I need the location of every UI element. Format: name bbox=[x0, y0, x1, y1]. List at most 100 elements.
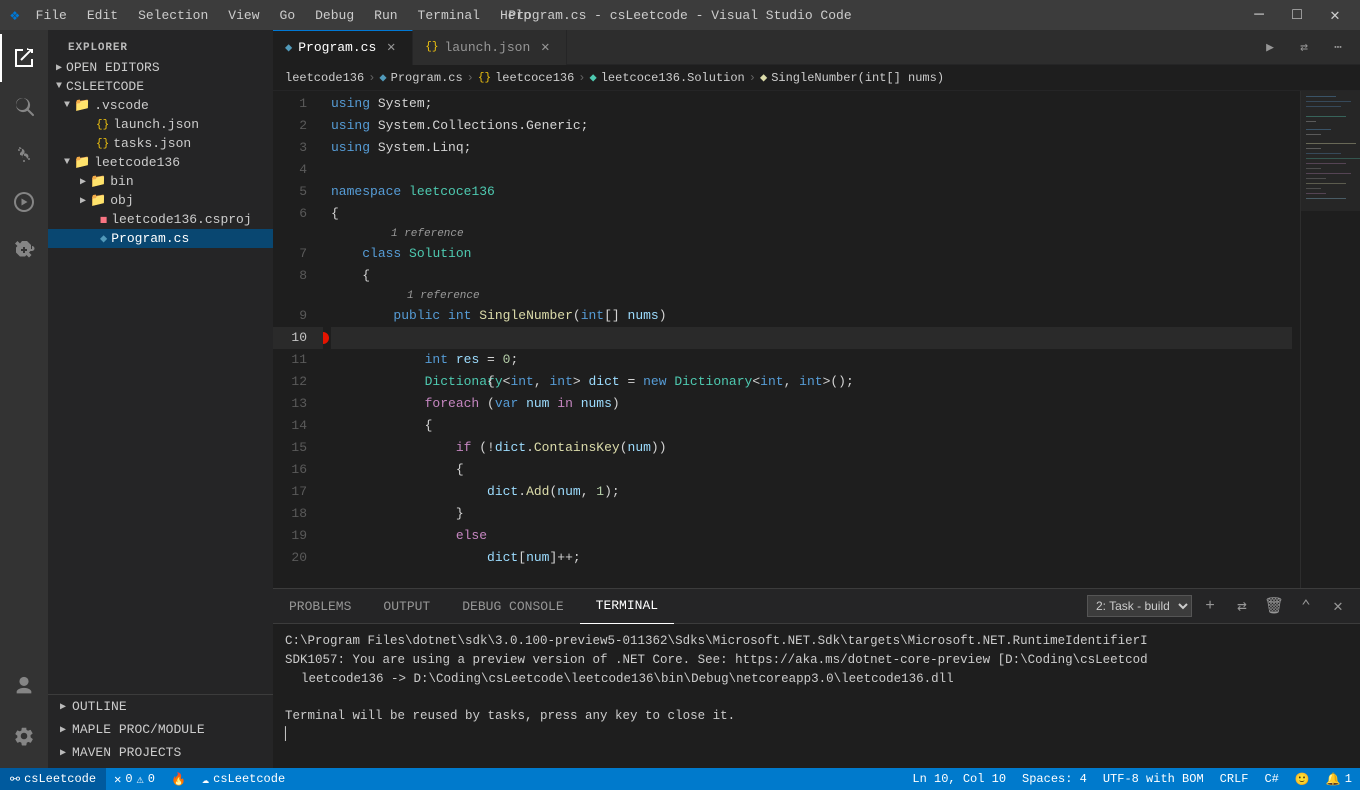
errors-warnings-status[interactable]: ✕ 0 ⚠ 0 bbox=[106, 768, 163, 790]
csleetcode-section[interactable]: ▼ CSLEETCODE bbox=[48, 77, 273, 96]
breadcrumb-file[interactable]: Program.cs bbox=[391, 71, 463, 85]
tasks-json-item[interactable]: {} tasks.json bbox=[48, 134, 273, 153]
tab-program-cs[interactable]: ◆ Program.cs ✕ bbox=[273, 30, 413, 65]
vscode-logo: ❖ bbox=[10, 5, 20, 25]
panel-tab-debug-console[interactable]: DEBUG CONSOLE bbox=[446, 589, 579, 624]
line-num-3: 3 bbox=[273, 137, 323, 159]
breadcrumb-namespace[interactable]: leetcoce136 bbox=[495, 71, 574, 85]
csproj-item[interactable]: ◼ leetcode136.csproj bbox=[48, 210, 273, 229]
launch-json-label: launch.json bbox=[113, 117, 199, 132]
menu-go[interactable]: Go bbox=[272, 6, 304, 25]
line-num-5: 5 bbox=[273, 181, 323, 203]
program-cs-tab-label: Program.cs bbox=[298, 40, 376, 55]
launch-json-item[interactable]: {} launch.json bbox=[48, 115, 273, 134]
notifications-status[interactable]: 🔔 1 bbox=[1318, 768, 1360, 790]
indent-status[interactable]: Spaces: 4 bbox=[1014, 768, 1095, 790]
remote-status[interactable]: ☁ csLeetcode bbox=[194, 768, 293, 790]
launch-json-tab-close[interactable]: ✕ bbox=[536, 38, 554, 56]
launch-json-tab-icon: {} bbox=[425, 41, 438, 53]
vscode-folder-label: .vscode bbox=[94, 98, 149, 113]
git-branch-status[interactable]: ⚯ csLeetcode bbox=[0, 768, 106, 790]
maple-section[interactable]: ▶ MAPLE PROC/MODULE bbox=[48, 718, 273, 741]
split-editor-button[interactable]: ⇄ bbox=[1290, 33, 1318, 61]
code-container[interactable]: 1 2 3 4 5 6 7 8 9 10 11 12 13 14 15 bbox=[273, 91, 1300, 588]
menu-selection[interactable]: Selection bbox=[130, 6, 216, 25]
breadcrumb-class[interactable]: leetcoce136.Solution bbox=[601, 71, 745, 85]
cursor-position-label: Ln 10, Col 10 bbox=[912, 772, 1006, 786]
menu-view[interactable]: View bbox=[220, 6, 267, 25]
encoding-status[interactable]: UTF-8 with BOM bbox=[1095, 768, 1212, 790]
smiley-status[interactable]: 🙂 bbox=[1287, 768, 1318, 790]
open-editors-section[interactable]: ▶ OPEN EDITORS bbox=[48, 58, 273, 77]
panel-collapse-button[interactable]: ⌃ bbox=[1292, 592, 1320, 620]
line-num-7: 7 bbox=[273, 243, 323, 265]
panel-close-button[interactable]: ✕ bbox=[1324, 592, 1352, 620]
panel-tabs: PROBLEMS OUTPUT DEBUG CONSOLE TERMINAL 2… bbox=[273, 589, 1360, 624]
menu-file[interactable]: File bbox=[28, 6, 75, 25]
tabs-right-controls: ▶ ⇄ ⋯ bbox=[1256, 33, 1360, 61]
program-cs-tab-close[interactable]: ✕ bbox=[382, 39, 400, 57]
maven-section[interactable]: ▶ MAVEN PROJECTS bbox=[48, 741, 273, 764]
activity-bar-bottom bbox=[0, 662, 48, 768]
close-button[interactable]: ✕ bbox=[1320, 0, 1350, 30]
vscode-folder[interactable]: ▼ 📁 .vscode bbox=[48, 96, 273, 115]
code-line-2: using System.Collections.Generic; bbox=[331, 115, 1292, 137]
code-line-8: { bbox=[331, 265, 1292, 287]
outline-section[interactable]: ▶ OUTLINE bbox=[48, 695, 273, 718]
code-lines[interactable]: using System; using System.Collections.G… bbox=[323, 91, 1300, 588]
csleetcode-arrow: ▼ bbox=[56, 81, 62, 92]
leetcode136-folder[interactable]: ▼ 📁 leetcode136 bbox=[48, 153, 273, 172]
bin-folder[interactable]: ▶ 📁 bin bbox=[48, 172, 273, 191]
search-activity-icon[interactable] bbox=[0, 82, 48, 130]
program-cs-item[interactable]: ◆ Program.cs bbox=[48, 229, 273, 248]
open-editors-label: OPEN EDITORS bbox=[66, 60, 160, 75]
sidebar-header: Explorer bbox=[48, 30, 273, 58]
obj-folder[interactable]: ▶ 📁 obj bbox=[48, 191, 273, 210]
ref-hint-space-2 bbox=[273, 287, 323, 305]
maven-arrow: ▶ bbox=[60, 747, 66, 759]
panel: PROBLEMS OUTPUT DEBUG CONSOLE TERMINAL 2… bbox=[273, 588, 1360, 768]
extensions-activity-icon[interactable] bbox=[0, 226, 48, 274]
tab-launch-json[interactable]: {} launch.json ✕ bbox=[413, 30, 567, 65]
breadcrumb-method[interactable]: SingleNumber(int[] nums) bbox=[771, 71, 944, 85]
fire-status[interactable]: 🔥 bbox=[163, 768, 194, 790]
delete-terminal-button[interactable]: 🗑 bbox=[1260, 592, 1288, 620]
run-button[interactable]: ▶ bbox=[1256, 33, 1284, 61]
explorer-activity-icon[interactable] bbox=[0, 34, 48, 82]
line-num-13: 13 bbox=[273, 393, 323, 415]
line-num-11: 11 bbox=[273, 349, 323, 371]
source-control-activity-icon[interactable] bbox=[0, 130, 48, 178]
terminal-content[interactable]: C:\Program Files\dotnet\sdk\3.0.100-prev… bbox=[273, 624, 1360, 768]
more-actions-button[interactable]: ⋯ bbox=[1324, 33, 1352, 61]
settings-activity-icon[interactable] bbox=[0, 712, 48, 760]
menu-debug[interactable]: Debug bbox=[307, 6, 362, 25]
code-line-20: dict[num]++; bbox=[331, 547, 1292, 569]
breadcrumb-folder[interactable]: leetcode136 bbox=[285, 71, 364, 85]
panel-tab-terminal[interactable]: TERMINAL bbox=[580, 589, 674, 624]
panel-tab-output[interactable]: OUTPUT bbox=[367, 589, 446, 624]
maximize-button[interactable]: □ bbox=[1282, 0, 1312, 30]
line-ending-status[interactable]: CRLF bbox=[1212, 768, 1257, 790]
minimize-button[interactable]: ─ bbox=[1244, 0, 1274, 30]
encoding-label: UTF-8 with BOM bbox=[1103, 772, 1204, 786]
code-line-18: } bbox=[331, 503, 1292, 525]
menu-terminal[interactable]: Terminal bbox=[410, 6, 488, 25]
line-num-10: 10 bbox=[273, 327, 323, 349]
language-status[interactable]: C# bbox=[1256, 768, 1286, 790]
status-bar: ⚯ csLeetcode ✕ 0 ⚠ 0 🔥 ☁ csLeetcode Ln 1… bbox=[0, 768, 1360, 790]
add-terminal-button[interactable]: + bbox=[1196, 592, 1224, 620]
split-terminal-button[interactable]: ⇄ bbox=[1228, 592, 1256, 620]
bin-arrow: ▶ bbox=[80, 176, 86, 188]
menu-edit[interactable]: Edit bbox=[79, 6, 126, 25]
account-icon[interactable] bbox=[0, 662, 48, 710]
terminal-select[interactable]: 2: Task - build bbox=[1087, 595, 1192, 617]
smiley-icon: 🙂 bbox=[1295, 772, 1310, 787]
panel-tab-problems[interactable]: PROBLEMS bbox=[273, 589, 367, 624]
menu-run[interactable]: Run bbox=[366, 6, 405, 25]
debug-activity-icon[interactable] bbox=[0, 178, 48, 226]
code-line-14: { bbox=[331, 415, 1292, 437]
cursor-position-status[interactable]: Ln 10, Col 10 bbox=[904, 768, 1014, 790]
line-num-8: 8 bbox=[273, 265, 323, 287]
language-label: C# bbox=[1264, 772, 1278, 786]
code-line-15: if (!dict.ContainsKey(num)) bbox=[331, 437, 1292, 459]
